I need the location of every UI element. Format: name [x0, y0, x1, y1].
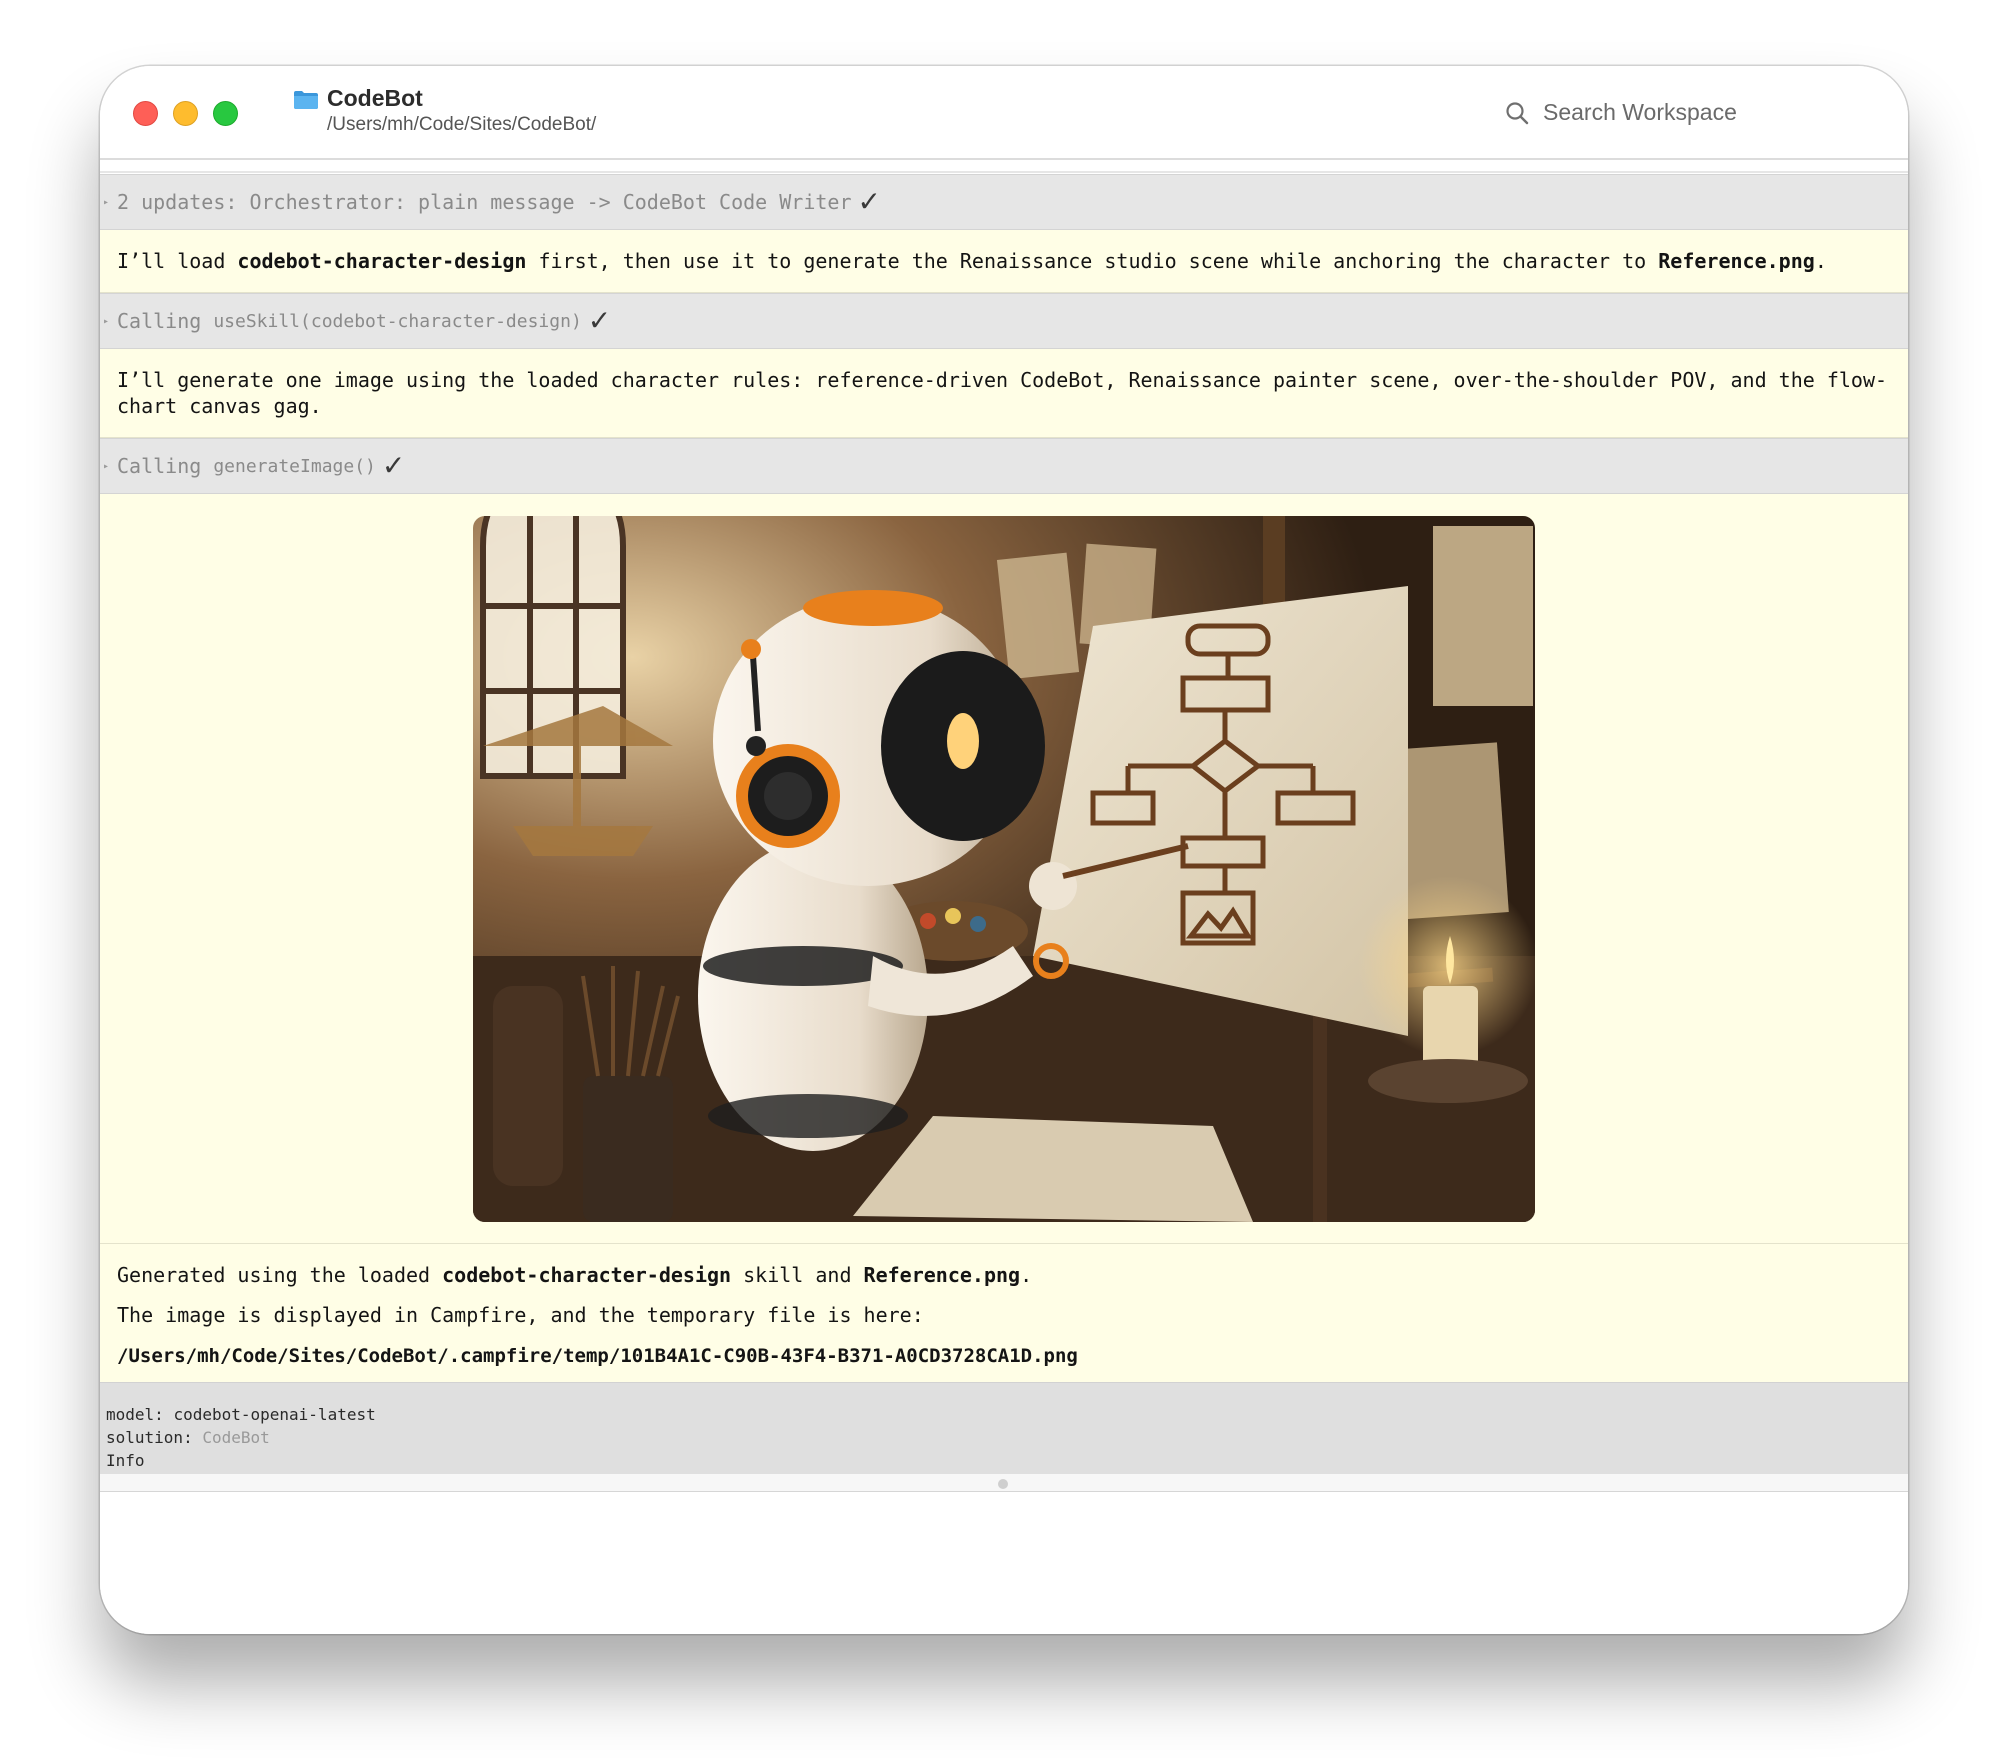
disclosure-triangle-icon[interactable]: ▸ — [103, 316, 109, 327]
message-text: . — [1814, 249, 1827, 273]
search-icon — [1506, 101, 1529, 124]
search-workspace[interactable]: Search Workspace — [1505, 99, 1737, 126]
generated-image-block — [100, 494, 1908, 1244]
assistant-final-message: Generated using the loaded codebot-chara… — [100, 1244, 1908, 1388]
message-input-area[interactable] — [100, 1492, 1908, 1634]
search-placeholder: Search Workspace — [1543, 99, 1737, 125]
minimize-window-button[interactable] — [173, 101, 198, 126]
model-line: model: codebot-openai-latest — [106, 1403, 1902, 1426]
session-info-panel: model: codebot-openai-latest solution: C… — [100, 1382, 1908, 1474]
zoom-window-button[interactable] — [213, 101, 238, 126]
model-label: model: — [106, 1405, 164, 1424]
updates-text: 2 updates: Orchestrator: plain message -… — [117, 190, 852, 214]
temp-file-path[interactable]: /Users/mh/Code/Sites/CodeBot/.campfire/t… — [117, 1342, 1891, 1369]
tool-call-row[interactable]: ▸ Calling useSkill(codebot-character-des… — [100, 293, 1908, 349]
tool-call-prefix: Calling — [117, 454, 214, 478]
workspace-title: CodeBot — [327, 85, 423, 111]
tool-call-row[interactable]: ▸ Calling generateImage() ✓ — [100, 438, 1908, 494]
transcript: ▸ 2 updates: Orchestrator: plain message… — [100, 174, 1908, 1388]
assistant-message: I’ll generate one image using the loaded… — [100, 349, 1908, 438]
final-line-2: The image is displayed in Campfire, and … — [117, 1303, 924, 1327]
tool-call-name: generateImage() — [213, 455, 376, 477]
reference-filename: Reference.png — [1658, 249, 1815, 273]
title-bar: CodeBot /Users/mh/Code/Sites/CodeBot/ Se… — [100, 66, 1908, 158]
temp-file-path-text: /Users/mh/Code/Sites/CodeBot/.campfire/t… — [117, 1345, 1078, 1367]
workspace-path: /Users/mh/Code/Sites/CodeBot/ — [327, 114, 597, 135]
disclosure-triangle-icon[interactable]: ▸ — [103, 197, 109, 208]
checkmark-icon: ✓ — [381, 449, 406, 482]
splitter-handle[interactable] — [998, 1479, 1008, 1489]
solution-line: solution: CodeBot — [106, 1426, 1902, 1449]
solution-label: solution: — [106, 1428, 193, 1447]
tool-call-prefix: Calling — [117, 309, 214, 333]
content-top-divider — [100, 171, 1908, 173]
updates-row[interactable]: ▸ 2 updates: Orchestrator: plain message… — [100, 174, 1908, 230]
info-link[interactable]: Info — [106, 1449, 1902, 1472]
panel-splitter[interactable] — [100, 1474, 1908, 1492]
checkmark-icon: ✓ — [857, 185, 881, 218]
disclosure-triangle-icon[interactable]: ▸ — [103, 461, 109, 472]
message-text: I’ll load — [117, 249, 238, 273]
message-text: Generated using the loaded — [117, 1263, 443, 1287]
generated-image[interactable] — [473, 516, 1535, 1222]
checkmark-icon: ✓ — [587, 304, 612, 337]
assistant-message: I’ll load codebot-character-design first… — [100, 230, 1908, 293]
message-text: first, then use it to generate the Renai… — [526, 249, 1659, 273]
solution-value[interactable]: CodeBot — [202, 1428, 269, 1447]
folder-icon — [294, 91, 318, 109]
skill-name: codebot-character-design — [237, 249, 527, 273]
message-text: I’ll generate one image using the loaded… — [117, 368, 1888, 418]
message-text: . — [1020, 1263, 1033, 1287]
app-window: CodeBot /Users/mh/Code/Sites/CodeBot/ Se… — [100, 66, 1908, 1634]
close-window-button[interactable] — [133, 101, 158, 126]
titlebar-divider — [100, 158, 1908, 160]
skill-name: codebot-character-design — [442, 1263, 732, 1287]
final-line-1: Generated using the loaded codebot-chara… — [117, 1262, 1891, 1288]
model-value: codebot-openai-latest — [173, 1405, 376, 1424]
reference-filename: Reference.png — [863, 1263, 1021, 1287]
tool-call-name: useSkill(codebot-character-design) — [213, 310, 582, 332]
message-text: skill and — [731, 1263, 864, 1287]
